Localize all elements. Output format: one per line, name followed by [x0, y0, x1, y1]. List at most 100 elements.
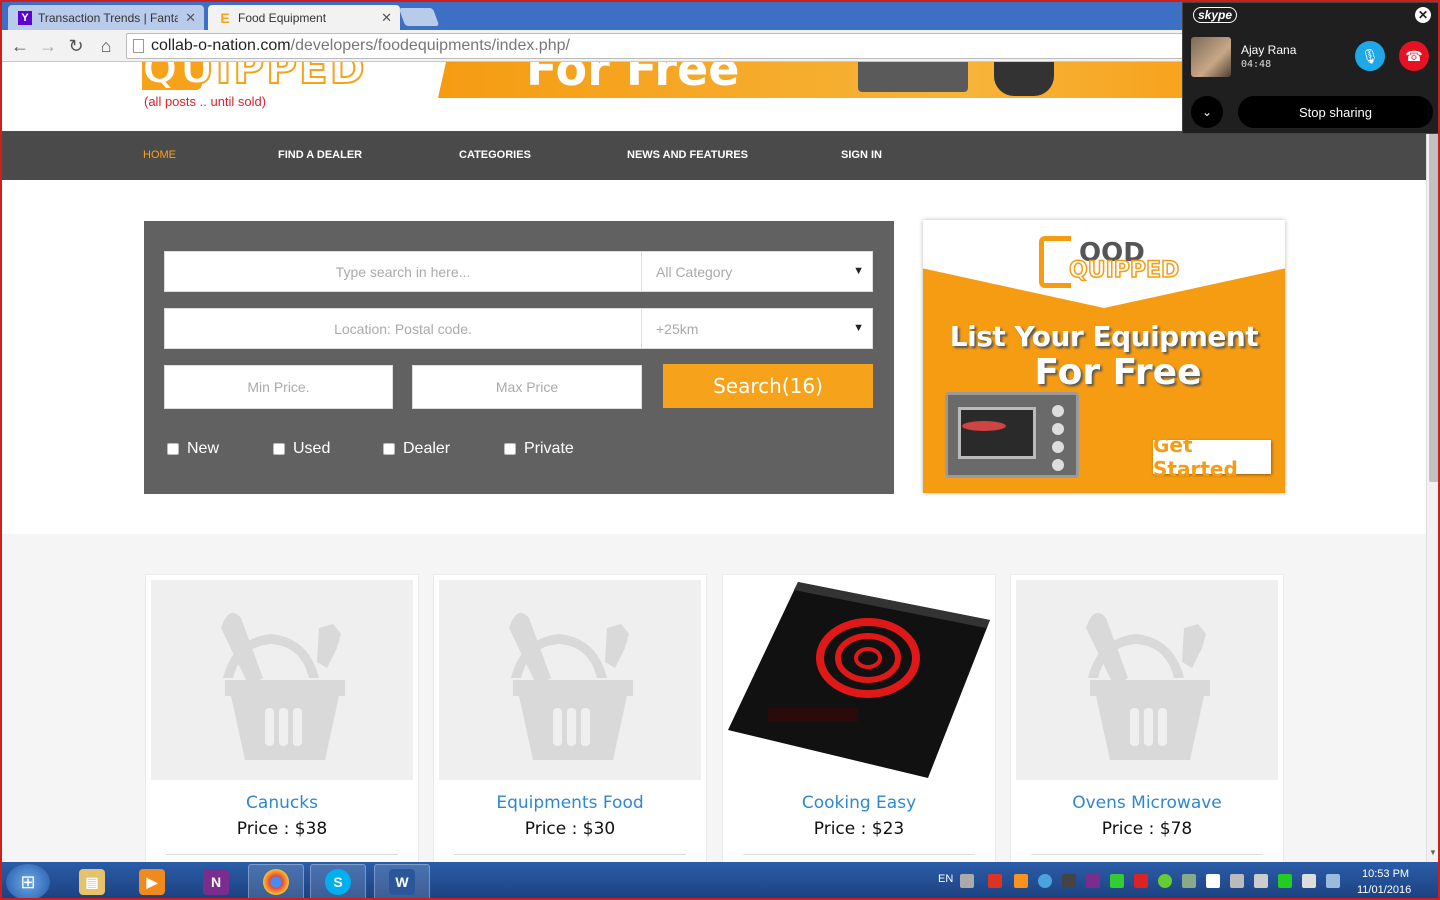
taskbar: ⊞ ▤ ▶ N S W EN 10:53 PM 11/01/2016 — [2, 862, 1438, 898]
product-name[interactable]: Canucks — [146, 793, 418, 813]
chrome-icon — [263, 869, 289, 895]
category-select-value: All Category — [656, 263, 733, 280]
chevron-down-icon[interactable]: ⌄ — [1191, 96, 1223, 128]
hang-up-icon[interactable]: ☎ — [1399, 41, 1429, 71]
taskbar-media-player[interactable]: ▶ — [124, 864, 180, 898]
tray-app-icon[interactable] — [1182, 874, 1196, 888]
close-tab-icon[interactable]: ✕ — [381, 10, 392, 26]
url-host: collab-o-nation.com — [151, 37, 291, 54]
product-image[interactable] — [728, 580, 990, 780]
printer-icon[interactable] — [1326, 874, 1340, 888]
nav-home[interactable]: HOME — [143, 149, 176, 161]
url-path: /developers/foodequipments/index.php/ — [290, 37, 570, 54]
filter-label: Used — [293, 440, 331, 457]
search-panel: Type search in here... All Category ▼ Lo… — [144, 221, 894, 494]
site-logo[interactable]: QUIPPED — [141, 62, 412, 94]
keyboard-icon[interactable] — [960, 874, 974, 888]
browser-window: Y Transaction Trends | Fanta ✕ E Food Eq… — [0, 0, 1440, 900]
min-price-input[interactable]: Min Price. — [164, 365, 393, 409]
onenote-tray-icon[interactable] — [1086, 874, 1100, 888]
product-name[interactable]: Equipments Food — [434, 793, 706, 813]
product-card[interactable]: Equipments Food Price : $30 — [433, 574, 707, 862]
forward-icon[interactable]: → — [36, 34, 60, 58]
home-icon[interactable]: ⌂ — [94, 34, 118, 58]
product-card[interactable]: Cooking Easy Price : $23 — [722, 574, 996, 862]
induction-cooktop-photo — [728, 582, 990, 778]
tray-app-icon[interactable] — [1158, 874, 1172, 888]
promo-banner[interactable]: OOD QUIPPED List Your Equipment For Free… — [923, 220, 1285, 493]
checkbox-box[interactable] — [383, 443, 395, 455]
avatar — [1191, 37, 1231, 77]
nav-find-a-dealer[interactable]: FIND A DEALER — [278, 149, 362, 161]
product-price: Price : $30 — [524, 819, 616, 839]
product-image[interactable] — [1016, 580, 1278, 780]
search-button[interactable]: Search(16) — [663, 364, 873, 408]
tray-app-icon[interactable] — [1038, 874, 1052, 888]
filter-label: Dealer — [403, 440, 451, 457]
close-icon[interactable]: ✕ — [1415, 7, 1431, 23]
category-select[interactable]: All Category ▼ — [641, 251, 873, 292]
word-icon: W — [389, 869, 415, 895]
tray-app-icon[interactable] — [1230, 874, 1244, 888]
checkbox-box[interactable] — [273, 443, 285, 455]
reload-icon[interactable]: ↻ — [64, 34, 88, 58]
language-indicator[interactable]: EN — [938, 873, 953, 885]
product-card[interactable]: Canucks Price : $38 — [145, 574, 419, 862]
tray-app-icon[interactable] — [1134, 874, 1148, 888]
caller-name: Ajay Rana — [1241, 43, 1297, 57]
close-tab-icon[interactable]: ✕ — [185, 10, 196, 26]
promo-logo-quipped: QUIPPED — [1068, 257, 1180, 284]
filter-private-checkbox[interactable]: Private — [504, 440, 574, 458]
radius-select[interactable]: +25km ▼ — [641, 308, 873, 349]
taskbar-explorer[interactable]: ▤ — [64, 864, 120, 898]
checkbox-box[interactable] — [504, 443, 516, 455]
filter-label: Private — [524, 440, 574, 457]
checkbox-box[interactable] — [167, 443, 179, 455]
filter-dealer-checkbox[interactable]: Dealer — [383, 440, 450, 458]
back-icon[interactable]: ← — [8, 34, 32, 58]
oven-window — [958, 407, 1036, 459]
call-duration: 04:48 — [1241, 59, 1272, 70]
location-input[interactable]: Location: Postal code. — [164, 308, 642, 349]
promo-logo-e-mark — [1039, 236, 1071, 288]
top-banner[interactable]: For Free — [438, 62, 1198, 98]
product-name[interactable]: Ovens Microwave — [1011, 793, 1283, 813]
new-tab-button[interactable] — [398, 8, 440, 26]
clock-time[interactable]: 10:53 PM — [1362, 868, 1409, 880]
scroll-thumb[interactable] — [1429, 122, 1438, 482]
product-name[interactable]: Cooking Easy — [723, 793, 995, 813]
filter-used-checkbox[interactable]: Used — [273, 440, 330, 458]
acrobat-icon[interactable] — [988, 874, 1002, 888]
keyword-search-input[interactable]: Type search in here... — [164, 251, 642, 292]
action-center-flag-icon[interactable] — [1206, 874, 1220, 888]
taskbar-chrome[interactable] — [248, 864, 304, 898]
tray-app-icon[interactable] — [1062, 874, 1076, 888]
nav-news-and-features[interactable]: NEWS AND FEATURES — [627, 149, 748, 161]
tab-transaction-trends[interactable]: Y Transaction Trends | Fanta ✕ — [8, 5, 204, 30]
page-scrollbar[interactable]: ▲ ▼ — [1426, 62, 1438, 862]
site-tagline: (all posts .. until sold) — [144, 94, 267, 109]
product-image[interactable] — [151, 580, 413, 780]
taskbar-skype[interactable]: S — [310, 864, 366, 898]
tab-food-equipment[interactable]: E Food Equipment ✕ — [208, 5, 400, 30]
tray-app-icon[interactable] — [1014, 874, 1028, 888]
nav-categories[interactable]: CATEGORIES — [459, 149, 531, 161]
taskbar-word[interactable]: W — [374, 864, 430, 898]
stop-sharing-button[interactable]: Stop sharing — [1238, 96, 1433, 128]
max-price-input[interactable]: Max Price — [412, 365, 642, 409]
start-button[interactable]: ⊞ — [6, 864, 50, 898]
product-card[interactable]: Ovens Microwave Price : $78 — [1010, 574, 1284, 862]
nav-sign-in[interactable]: SIGN IN — [841, 149, 882, 161]
clock-date[interactable]: 11/01/2016 — [1357, 884, 1411, 896]
tray-app-icon[interactable] — [1110, 874, 1124, 888]
product-image[interactable] — [439, 580, 701, 780]
taskbar-onenote[interactable]: N — [188, 864, 244, 898]
network-icon[interactable] — [1254, 874, 1268, 888]
volume-icon[interactable] — [1302, 874, 1316, 888]
basket-placeholder-icon — [1086, 612, 1210, 760]
sync-icon[interactable] — [1278, 874, 1292, 888]
get-started-button[interactable]: Get Started — [1153, 433, 1271, 481]
filter-new-checkbox[interactable]: New — [167, 440, 219, 458]
microphone-icon[interactable]: 🎙 — [1355, 41, 1385, 71]
scroll-down-icon[interactable]: ▼ — [1429, 848, 1437, 857]
